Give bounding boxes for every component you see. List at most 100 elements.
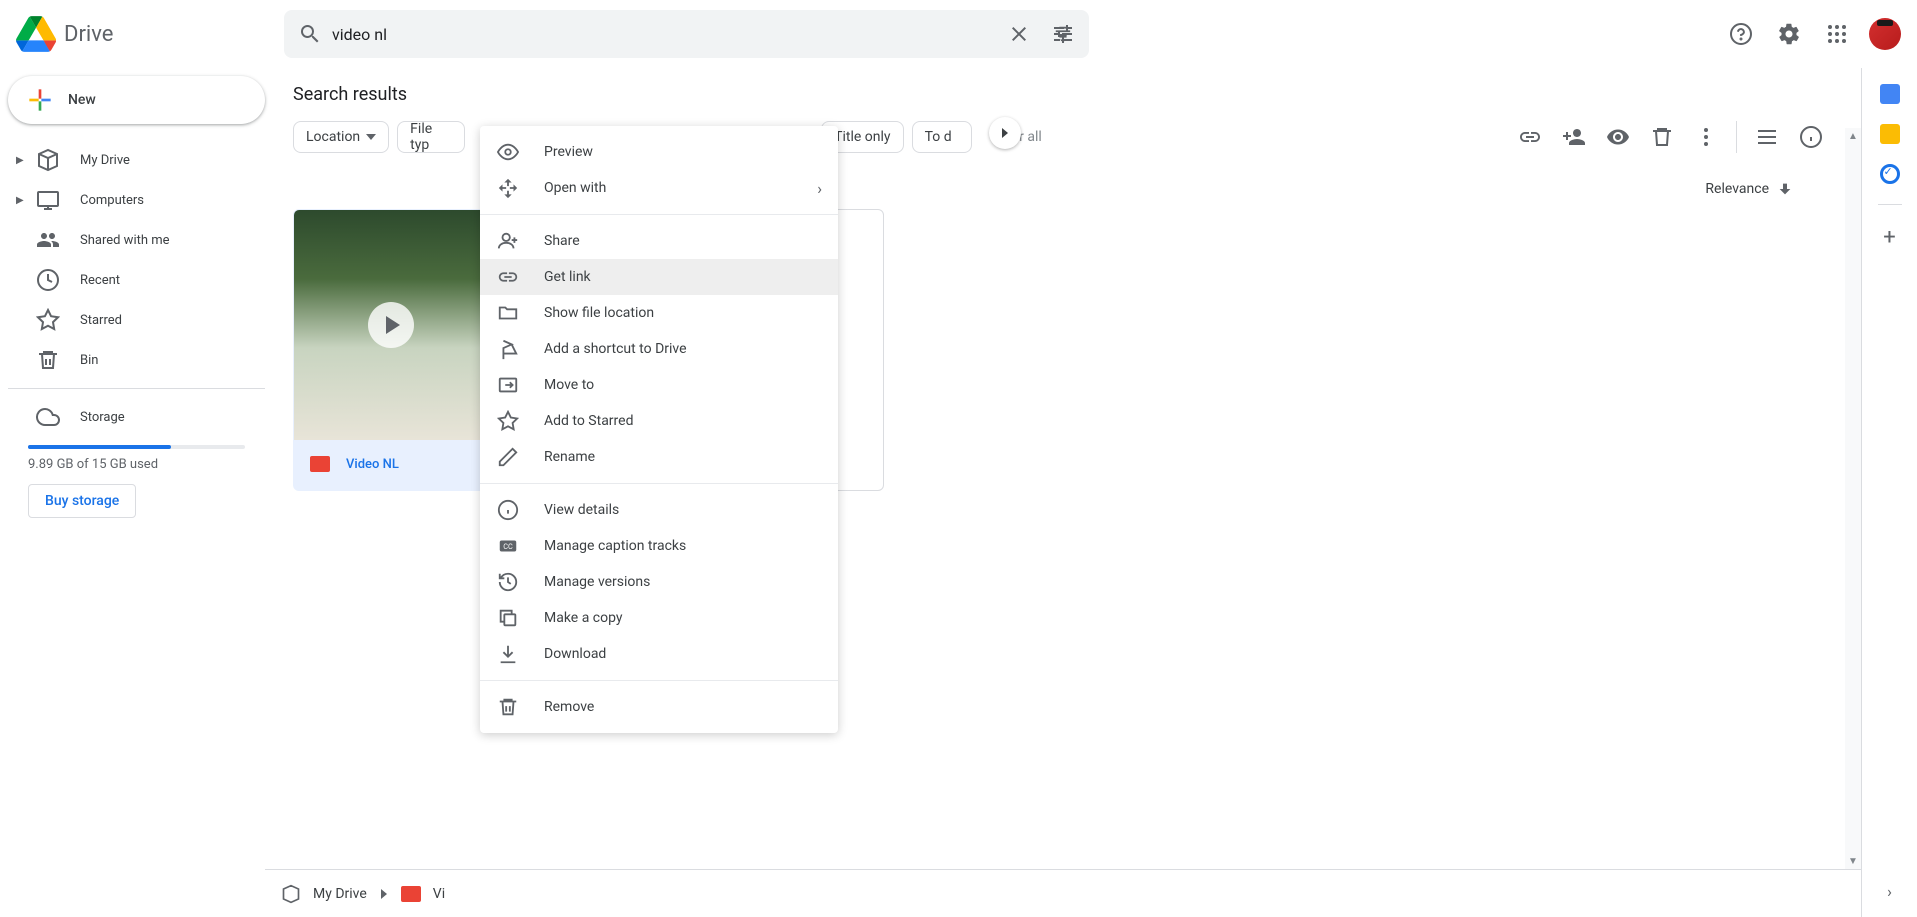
filter-to-do[interactable]: To d bbox=[912, 121, 972, 153]
chevron-right-icon bbox=[379, 889, 389, 899]
collapse-panel-icon[interactable]: › bbox=[1887, 882, 1892, 901]
computers-icon bbox=[36, 188, 60, 212]
breadcrumb: My Drive Vi bbox=[265, 869, 1861, 917]
page-title: Search results bbox=[293, 84, 1833, 105]
app-name: Drive bbox=[64, 22, 113, 47]
get-link-icon[interactable] bbox=[1508, 117, 1552, 157]
scrollbar[interactable]: ▲ ▼ bbox=[1845, 128, 1861, 869]
person-add-icon bbox=[496, 229, 520, 253]
history-icon bbox=[496, 570, 520, 594]
filter-location[interactable]: Location bbox=[293, 121, 389, 153]
menu-item-manage-versions[interactable]: Manage versions bbox=[480, 564, 838, 600]
trash-icon bbox=[496, 695, 520, 719]
calendar-app-icon[interactable] bbox=[1880, 84, 1900, 104]
sidebar-item-label: Storage bbox=[80, 410, 125, 425]
clear-search-icon[interactable] bbox=[997, 12, 1041, 56]
sidebar-item-label: Starred bbox=[80, 313, 122, 328]
search-input[interactable] bbox=[332, 25, 997, 44]
menu-item-show-file-location[interactable]: Show file location bbox=[480, 295, 838, 331]
sidebar-item-shared[interactable]: Shared with me bbox=[8, 220, 265, 260]
shared-icon bbox=[36, 228, 60, 252]
share-icon[interactable] bbox=[1552, 117, 1596, 157]
info-icon bbox=[496, 498, 520, 522]
context-menu: PreviewOpen with› ShareGet linkShow file … bbox=[480, 126, 838, 733]
menu-item-manage-caption-tracks[interactable]: CCManage caption tracks bbox=[480, 528, 838, 564]
add-app-icon[interactable]: + bbox=[1883, 225, 1895, 250]
support-icon[interactable] bbox=[1717, 10, 1765, 58]
file-name: Video NL bbox=[346, 457, 399, 472]
apps-icon[interactable] bbox=[1813, 10, 1861, 58]
open-with-icon bbox=[496, 176, 520, 200]
recent-icon bbox=[36, 268, 60, 292]
folder-icon bbox=[496, 301, 520, 325]
sidebar-item-starred[interactable]: Starred bbox=[8, 300, 265, 340]
video-file-icon bbox=[401, 886, 421, 902]
menu-item-move-to[interactable]: Move to bbox=[480, 367, 838, 403]
search-icon[interactable] bbox=[288, 12, 332, 56]
sidebar-item-label: Recent bbox=[80, 273, 120, 288]
sidebar-item-label: Bin bbox=[80, 353, 98, 368]
menu-item-share[interactable]: Share bbox=[480, 223, 838, 259]
keep-app-icon[interactable] bbox=[1880, 124, 1900, 144]
scroll-filters-next[interactable] bbox=[989, 117, 1021, 149]
menu-item-add-a-shortcut-to-drive[interactable]: Add a shortcut to Drive bbox=[480, 331, 838, 367]
filter-file-type[interactable]: File typ bbox=[397, 121, 465, 153]
menu-item-open-with[interactable]: Open with› bbox=[480, 170, 838, 206]
sidebar-item-recent[interactable]: Recent bbox=[8, 260, 265, 300]
pencil-icon bbox=[496, 445, 520, 469]
trash-icon bbox=[36, 348, 60, 372]
sidebar-item-bin[interactable]: Bin bbox=[8, 340, 265, 380]
more-actions-icon[interactable] bbox=[1684, 117, 1728, 157]
menu-item-preview[interactable]: Preview bbox=[480, 134, 838, 170]
menu-item-get-link[interactable]: Get link bbox=[480, 259, 838, 295]
menu-item-rename[interactable]: Rename bbox=[480, 439, 838, 475]
menu-item-add-to-starred[interactable]: Add to Starred bbox=[480, 403, 838, 439]
file-thumbnail bbox=[294, 210, 487, 440]
play-icon bbox=[368, 302, 414, 348]
sidebar-item-computers[interactable]: ▶ Computers bbox=[8, 180, 265, 220]
menu-item-make-a-copy[interactable]: Make a copy bbox=[480, 600, 838, 636]
storage-bar bbox=[28, 445, 245, 449]
eye-icon bbox=[496, 140, 520, 164]
buy-storage-button[interactable]: Buy storage bbox=[28, 484, 136, 518]
tasks-app-icon[interactable] bbox=[1880, 164, 1900, 184]
shortcut-icon bbox=[496, 337, 520, 361]
account-avatar[interactable] bbox=[1869, 18, 1901, 50]
video-file-icon bbox=[310, 456, 330, 472]
sidebar-item-storage[interactable]: Storage bbox=[8, 397, 265, 437]
star-icon bbox=[496, 409, 520, 433]
chevron-right-icon: ▶ bbox=[16, 155, 28, 166]
sidebar: New ▶ My Drive ▶ Computers Shared with m… bbox=[0, 68, 265, 917]
star-icon bbox=[36, 308, 60, 332]
link-icon bbox=[496, 265, 520, 289]
cloud-icon bbox=[36, 405, 60, 429]
my-drive-icon bbox=[36, 148, 60, 172]
move-icon bbox=[496, 373, 520, 397]
chevron-right-icon: › bbox=[817, 179, 822, 198]
chevron-right-icon: ▶ bbox=[16, 195, 28, 206]
search-bar bbox=[284, 10, 1089, 58]
storage-text: 9.89 GB of 15 GB used bbox=[8, 457, 265, 472]
new-button-label: New bbox=[68, 92, 96, 108]
svg-text:CC: CC bbox=[503, 542, 513, 551]
new-button[interactable]: New bbox=[8, 76, 265, 124]
drive-logo-icon bbox=[16, 14, 56, 54]
side-panel: + › bbox=[1861, 68, 1917, 917]
list-view-icon[interactable] bbox=[1745, 117, 1789, 157]
breadcrumb-root[interactable]: My Drive bbox=[313, 886, 367, 902]
cc-icon: CC bbox=[496, 534, 520, 558]
search-options-icon[interactable] bbox=[1041, 12, 1085, 56]
file-card[interactable]: Video NL bbox=[293, 209, 488, 491]
menu-item-view-details[interactable]: View details bbox=[480, 492, 838, 528]
sidebar-item-my-drive[interactable]: ▶ My Drive bbox=[8, 140, 265, 180]
details-icon[interactable] bbox=[1789, 117, 1833, 157]
remove-icon[interactable] bbox=[1640, 117, 1684, 157]
download-icon bbox=[496, 642, 520, 666]
preview-icon[interactable] bbox=[1596, 117, 1640, 157]
settings-icon[interactable] bbox=[1765, 10, 1813, 58]
sort-button[interactable]: Relevance bbox=[1705, 181, 1793, 197]
sidebar-item-label: Shared with me bbox=[80, 233, 170, 248]
menu-item-download[interactable]: Download bbox=[480, 636, 838, 672]
menu-item-remove[interactable]: Remove bbox=[480, 689, 838, 725]
copy-icon bbox=[496, 606, 520, 630]
